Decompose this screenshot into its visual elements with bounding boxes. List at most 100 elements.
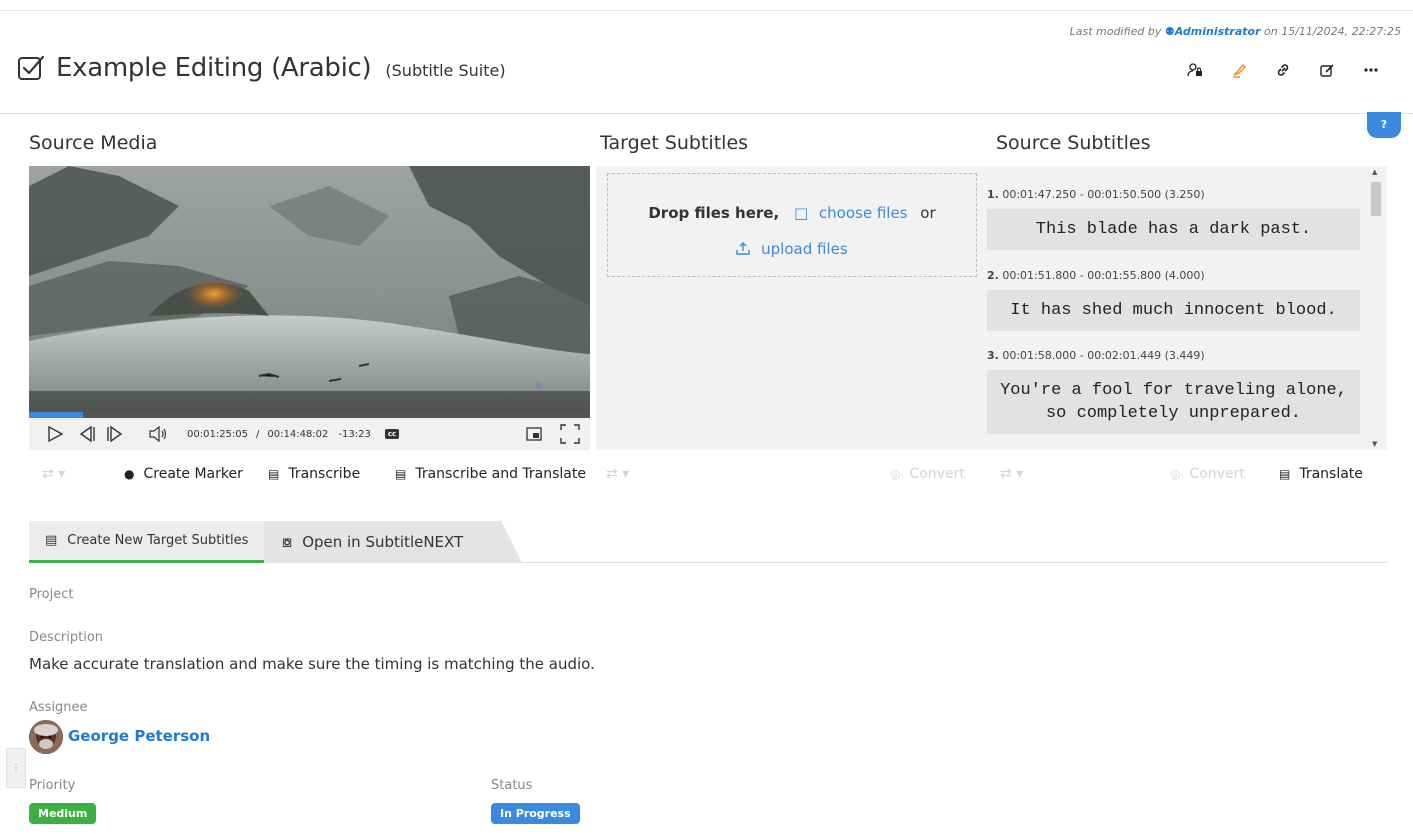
highlighter-icon[interactable]: [1217, 58, 1261, 82]
cue-time: 00:01:51.800 - 00:01:55.800 (4.000): [1002, 269, 1205, 282]
pip-icon[interactable]: [522, 418, 546, 450]
current-time: 00:01:25:05: [187, 428, 249, 440]
tab-label: Create New Target Subtitles: [67, 533, 249, 548]
assignee-link[interactable]: George Peterson: [68, 727, 210, 745]
priority-badge[interactable]: Medium: [29, 803, 97, 824]
translate-icon: ▤: [1279, 467, 1291, 481]
convert-icon: ◎: [1170, 467, 1181, 481]
scroll-up-icon[interactable]: ▲: [1372, 168, 1377, 176]
convert-label: Convert: [909, 466, 965, 482]
cue-number: 2.: [987, 269, 999, 282]
target-subtitles-title: Target Subtitles: [600, 132, 749, 154]
subtitle-cue[interactable]: 1. 00:01:47.250 - 00:01:50.500 (3.250) T…: [987, 188, 1360, 250]
cue-text[interactable]: You're a fool for traveling alone, so co…: [987, 370, 1360, 434]
cue-number: 3.: [987, 349, 999, 362]
transcribe-button[interactable]: ▤ Transcribe: [268, 466, 360, 482]
convert-button[interactable]: ◎ Convert: [1170, 466, 1245, 482]
tab-open-in-subtitlenext[interactable]: ⧇ Open in SubtitleNEXT: [264, 521, 522, 563]
video-controls: 00:01:25:05 / 00:14:48:02 -13:23 cc: [29, 418, 590, 450]
convert-icon: ◎: [890, 467, 901, 481]
source-subtitles-panel: 1. 00:01:47.250 - 00:01:50.500 (3.250) T…: [982, 166, 1387, 450]
transcribe-label: Transcribe: [288, 466, 361, 482]
status-label: Status: [491, 778, 533, 793]
drop-or: or: [920, 204, 936, 222]
modified-user-link[interactable]: Administrator: [1175, 25, 1261, 38]
step-back-icon[interactable]: [75, 418, 99, 450]
remaining-time: -13:23: [338, 428, 371, 440]
header-actions: [1173, 58, 1393, 82]
priority-label: Priority: [29, 778, 76, 793]
drag-handle[interactable]: ⋮: [6, 748, 26, 788]
svg-text:◆: ◆: [534, 379, 543, 391]
source-media-title: Source Media: [29, 132, 158, 154]
upload-files-link[interactable]: upload files: [761, 240, 848, 258]
cue-timing: 1. 00:01:47.250 - 00:01:50.500 (3.250): [987, 188, 1360, 204]
pin-icon: ●: [124, 467, 135, 481]
last-modified: Last modified by ⚉Administrator on 15/11…: [1070, 25, 1401, 38]
duration: 00:14:48:02: [267, 428, 329, 440]
edit-icon[interactable]: [1305, 58, 1349, 82]
modified-prefix: Last modified by: [1069, 25, 1162, 38]
cue-text[interactable]: This blade has a dark past.: [987, 209, 1360, 250]
description-label: Description: [29, 630, 104, 645]
convert-label: Convert: [1189, 466, 1245, 482]
cue-number: 1.: [987, 188, 999, 201]
assignee-label: Assignee: [29, 700, 88, 715]
link-icon[interactable]: [1261, 58, 1305, 82]
fullscreen-icon[interactable]: [558, 418, 582, 450]
time-separator: /: [256, 428, 260, 440]
header-divider: [0, 113, 1413, 114]
shuffle-icon[interactable]: ⇄ ▾: [606, 466, 629, 482]
step-forward-icon[interactable]: [103, 418, 127, 450]
tab-label: Open in SubtitleNEXT: [302, 533, 464, 551]
transcribe-translate-button[interactable]: ▤ Transcribe and Translate: [395, 466, 586, 482]
video-frame: ◆: [29, 166, 590, 412]
page-header: Example Editing (Arabic) (Subtitle Suite…: [16, 48, 506, 88]
user-icon: ⚉: [1164, 25, 1175, 38]
project-label: Project: [29, 587, 74, 602]
transcribe-translate-label: Transcribe and Translate: [415, 466, 586, 482]
more-icon[interactable]: [1349, 58, 1393, 82]
volume-icon[interactable]: [147, 418, 169, 450]
translate-label: Translate: [1299, 466, 1363, 482]
cue-time: 00:01:58.000 - 00:02:01.449 (3.449): [1002, 349, 1205, 362]
cue-scrollbar[interactable]: ▲ ▼: [1371, 168, 1381, 448]
tab-create-new-target-subtitles[interactable]: ▤ Create New Target Subtitles: [29, 521, 264, 563]
captions-button[interactable]: cc: [384, 429, 400, 439]
checkbox-icon: [18, 55, 45, 80]
scroll-thumb[interactable]: [1371, 182, 1381, 216]
create-marker-label: Create Marker: [143, 466, 243, 482]
file-dropzone[interactable]: Drop files here, □ choose files or uploa…: [607, 173, 977, 277]
subtitlenext-icon: ⧇: [282, 532, 293, 551]
user-lock-icon[interactable]: [1173, 58, 1217, 82]
avatar: [29, 720, 63, 754]
top-divider: [0, 10, 1413, 11]
cue-text[interactable]: It has shed much innocent blood.: [987, 290, 1360, 331]
translate-button[interactable]: ▤ Translate: [1279, 466, 1363, 482]
target-subtitles-panel: Drop files here, □ choose files or uploa…: [596, 166, 982, 450]
page-type: (Subtitle Suite): [385, 60, 506, 80]
choose-files-link[interactable]: choose files: [819, 204, 908, 222]
shuffle-icon[interactable]: ⇄ ▾: [42, 466, 65, 482]
status-badge[interactable]: In Progress: [491, 803, 580, 824]
cue-time: 00:01:47.250 - 00:01:50.500 (3.250): [1002, 188, 1205, 201]
source-subtitles-title: Source Subtitles: [996, 132, 1151, 154]
description-value: Make accurate translation and make sure …: [29, 655, 595, 673]
page-title: Example Editing (Arabic): [56, 53, 372, 83]
folder-icon[interactable]: □: [794, 204, 808, 222]
subtitle-cue[interactable]: 2. 00:01:51.800 - 00:01:55.800 (4.000) I…: [987, 269, 1360, 331]
upload-line: upload files: [608, 240, 976, 258]
drop-text: Drop files here,: [648, 204, 780, 222]
help-button[interactable]: ?: [1367, 112, 1401, 138]
cue-timing: 3. 00:01:58.000 - 00:02:01.449 (3.449): [987, 349, 1360, 365]
translate-icon: ▤: [395, 467, 407, 481]
play-icon[interactable]: [43, 418, 67, 450]
video-player[interactable]: ◆ 00:01:25:05 / 00:14:48:02 -13:23 cc: [29, 166, 590, 450]
create-marker-button[interactable]: ● Create Marker: [124, 466, 243, 482]
scroll-down-icon[interactable]: ▼: [1372, 440, 1377, 448]
upload-icon[interactable]: [736, 240, 755, 258]
subtitles-icon: ▤: [45, 533, 58, 548]
convert-button[interactable]: ◎ Convert: [890, 466, 965, 482]
subtitle-cue[interactable]: 3. 00:01:58.000 - 00:02:01.449 (3.449) Y…: [987, 349, 1360, 434]
shuffle-icon[interactable]: ⇄ ▾: [1000, 466, 1023, 482]
